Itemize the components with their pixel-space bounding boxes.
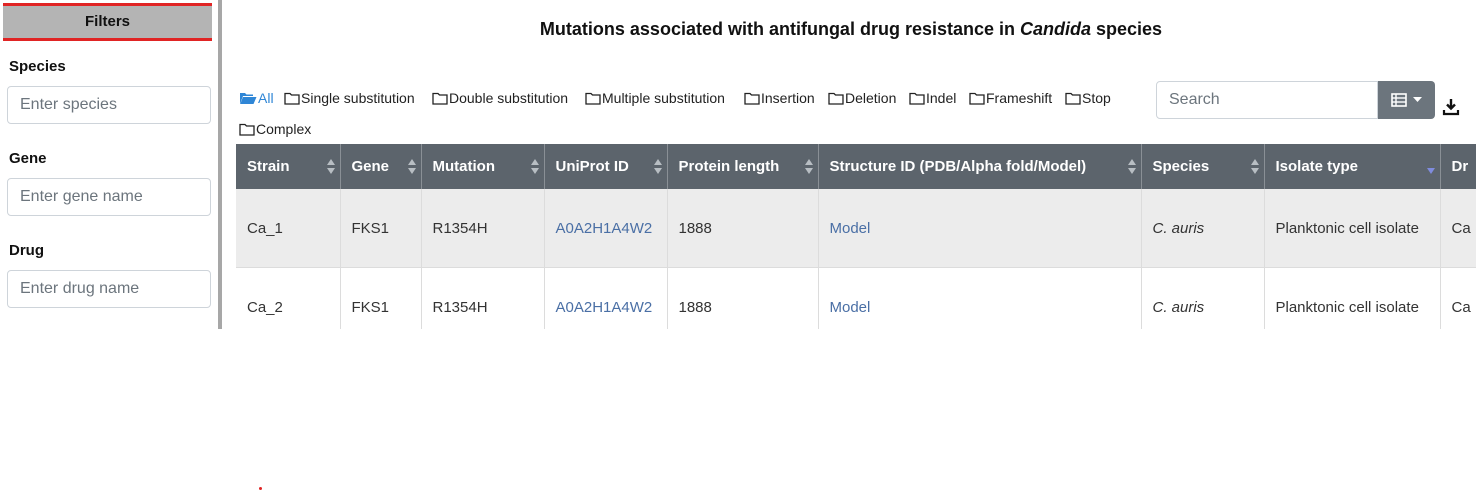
filter-insertion[interactable]: Insertion [744,90,815,106]
folder-open-icon [240,93,257,104]
folder-icon [585,92,601,105]
column-header-gene[interactable]: Gene [340,144,422,189]
column-header-structure-id[interactable]: Structure ID (PDB/Alpha fold/Model) [818,144,1142,189]
sort-icon [407,159,416,174]
cell-gene: FKS1 [340,267,422,329]
column-header-drug[interactable]: Dr [1440,144,1476,189]
drug-input[interactable] [7,270,211,308]
folder-icon [969,92,985,105]
sort-icon [804,159,813,174]
filter-frameshift[interactable]: Frameshift [969,90,1052,106]
cell-drug: Ca [1440,189,1476,268]
page-title: Mutations associated with antifungal dru… [539,19,1163,39]
cell-species: C. auris [1141,189,1265,268]
uniprot-link[interactable]: A0A2H1A4W2 [556,220,653,237]
cell-protein-length: 1888 [667,267,819,329]
gene-label: Gene [9,150,47,167]
mutations-table-container: Strain Gene Mutation UniProt ID Protein … [236,144,1476,329]
cell-uniprot-id: A0A2H1A4W2 [544,189,668,268]
cell-drug: Ca [1440,267,1476,329]
cell-mutation: R1354H [421,267,545,329]
folder-icon [284,92,300,105]
filter-double-substitution[interactable]: Double substitution [432,90,568,106]
filter-complex[interactable]: Complex [239,121,311,137]
filters-header[interactable]: Filters [3,3,212,41]
filter-indel[interactable]: Indel [909,90,956,106]
folder-icon [432,92,448,105]
sort-icon [326,159,335,174]
cell-structure-id: Model [818,189,1142,268]
column-header-mutation[interactable]: Mutation [421,144,545,189]
drug-label: Drug [9,242,44,259]
table-header-row: Strain Gene Mutation UniProt ID Protein … [236,144,1476,189]
table-row: Ca_1 FKS1 R1354H A0A2H1A4W2 1888 Model C… [236,189,1476,268]
sort-icon [530,159,539,174]
filter-multiple-substitution[interactable]: Multiple substitution [585,90,725,106]
column-header-species[interactable]: Species [1141,144,1265,189]
folder-icon [744,92,760,105]
sort-desc-icon [1426,168,1435,174]
caret-down-icon [1413,97,1422,102]
folder-icon [239,123,255,136]
cell-uniprot-id: A0A2H1A4W2 [544,267,668,329]
columns-toggle-button[interactable] [1378,81,1435,119]
sort-icon [1127,159,1136,174]
gene-input[interactable] [7,178,211,216]
sort-icon [653,159,662,174]
column-header-uniprot-id[interactable]: UniProt ID [544,144,668,189]
cell-species: C. auris [1141,267,1265,329]
cell-isolate-type: Planktonic cell isolate [1264,267,1441,329]
folder-icon [828,92,844,105]
filter-all[interactable]: All [239,90,274,106]
mutations-table: Strain Gene Mutation UniProt ID Protein … [236,144,1476,329]
uniprot-link[interactable]: A0A2H1A4W2 [556,299,653,316]
column-header-protein-length[interactable]: Protein length [667,144,819,189]
species-label: Species [9,58,66,75]
folder-icon [909,92,925,105]
cell-protein-length: 1888 [667,189,819,268]
folder-icon [1065,92,1081,105]
download-icon[interactable] [1442,98,1460,116]
species-input[interactable] [7,86,211,124]
cell-structure-id: Model [818,267,1142,329]
cursor-dot [259,487,262,490]
cell-strain: Ca_1 [236,189,341,268]
cell-strain: Ca_2 [236,267,341,329]
filter-stop[interactable]: Stop [1065,90,1111,106]
column-header-strain[interactable]: Strain [236,144,341,189]
sort-icon [1250,159,1259,174]
column-header-isolate-type[interactable]: Isolate type [1264,144,1441,189]
cell-gene: FKS1 [340,189,422,268]
structure-link[interactable]: Model [830,220,871,237]
filter-single-substitution[interactable]: Single substitution [284,90,415,106]
structure-link[interactable]: Model [830,299,871,316]
table-search-input[interactable] [1156,81,1378,119]
cell-mutation: R1354H [421,189,545,268]
table-row: Ca_2 FKS1 R1354H A0A2H1A4W2 1888 Model C… [236,267,1476,329]
cell-isolate-type: Planktonic cell isolate [1264,189,1441,268]
sidebar-divider[interactable] [218,0,222,329]
filters-sidebar: Filters Species Gene Drug [0,0,218,329]
filter-deletion[interactable]: Deletion [828,90,896,106]
list-icon [1391,93,1407,107]
